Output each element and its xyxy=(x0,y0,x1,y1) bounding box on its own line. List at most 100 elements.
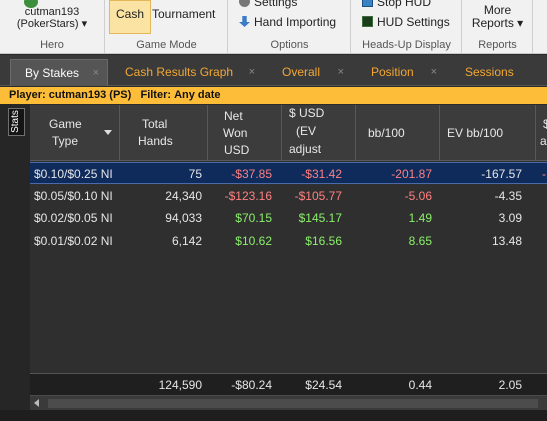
sort-desc-icon xyxy=(104,130,112,135)
stats-tab-label: Stats xyxy=(9,110,21,133)
tab-by-stakes[interactable]: By Stakes × xyxy=(10,59,108,86)
hud-settings-icon xyxy=(362,16,373,27)
column-header-overflow[interactable]: $ a xyxy=(536,105,547,161)
ev-adjusted-total: $24.54 xyxy=(305,378,342,392)
bb100-cell: -201.87 xyxy=(391,167,432,181)
net-won-total: -$80.24 xyxy=(231,378,272,392)
ev-bb100-total: 2.05 xyxy=(498,378,522,392)
close-icon[interactable]: × xyxy=(93,60,99,87)
close-icon[interactable]: × xyxy=(249,59,255,86)
game-type-cell: $0.05/$0.10 NI xyxy=(34,189,113,203)
tab-sessions[interactable]: Sessions xyxy=(451,59,547,86)
table-row[interactable]: $0.01/$0.02 NI 6,142 $10.62 $16.56 8.65 … xyxy=(30,230,547,252)
hand-importing-label: Hand Importing xyxy=(254,15,337,29)
reports-caption: Reports xyxy=(478,39,517,51)
tab-label: By Stakes xyxy=(25,66,80,80)
bb100-cell: 1.49 xyxy=(408,211,432,225)
report-tabs: By Stakes × Cash Results Graph × Overall… xyxy=(0,55,547,86)
stats-sidebar xyxy=(0,104,30,414)
tab-label: Overall xyxy=(282,65,321,79)
filter-bar: Player: cutman193 (PS) Filter: Any date xyxy=(0,87,547,104)
totals-row: 124,590 -$80.24 $24.54 0.44 2.05 xyxy=(30,373,547,395)
reports-label: Reports ▾ xyxy=(471,16,524,30)
settings-button[interactable]: Settings xyxy=(239,0,297,9)
tournament-button[interactable]: Tournament xyxy=(152,7,215,21)
reports-group: More Reports ▾ Reports xyxy=(463,0,533,53)
tab-label: Sessions xyxy=(465,65,514,79)
header-text: a xyxy=(540,134,547,148)
column-header-net-won[interactable]: Net Won USD xyxy=(208,105,282,161)
scroll-left-icon[interactable] xyxy=(34,399,39,407)
hero-selector[interactable]: cutman193 (PokerStars) ▾ xyxy=(0,0,104,30)
cash-label: Cash xyxy=(115,7,144,21)
gear-icon xyxy=(239,0,250,7)
tab-position[interactable]: Position × xyxy=(357,59,445,86)
bb100-cell: 8.65 xyxy=(408,234,432,248)
header-text: Total xyxy=(142,117,168,131)
header-text: $ USD xyxy=(289,106,325,120)
stop-hud-label: Stop HUD xyxy=(377,0,432,9)
hero-user-name: cutman193 xyxy=(24,6,80,18)
filter-label: Filter: xyxy=(140,89,172,101)
close-icon[interactable]: × xyxy=(431,59,437,86)
header-text: EV bb/100 xyxy=(447,126,504,140)
tab-label: Position xyxy=(371,65,414,79)
column-header-total-hands[interactable]: Total Hands xyxy=(120,105,208,161)
hero-group: cutman193 (PokerStars) ▾ Hero xyxy=(0,0,105,53)
column-header-ev-adjusted[interactable]: $ USD (EV adjust xyxy=(282,105,356,161)
net-won-cell: $70.15 xyxy=(235,211,272,225)
ev-bb100-cell: 13.48 xyxy=(491,234,522,248)
filter-value: Any date xyxy=(174,89,221,101)
options-caption: Options xyxy=(270,39,309,51)
close-icon[interactable]: × xyxy=(338,59,344,86)
bb100-total: 0.44 xyxy=(408,378,432,392)
status-strip xyxy=(0,410,547,421)
bb100-cell: -5.06 xyxy=(404,189,432,203)
table-row[interactable]: $0.10/$0.25 NI 75 -$37.85 -$31.42 -201.8… xyxy=(30,162,547,184)
ev-bb100-cell: -167.57 xyxy=(481,167,522,181)
tab-overall[interactable]: Overall × xyxy=(268,59,352,86)
hud-settings-button[interactable]: HUD Settings xyxy=(362,15,450,29)
hand-importing-button[interactable]: Hand Importing xyxy=(239,15,336,29)
net-won-cell: $10.62 xyxy=(235,234,272,248)
horizontal-scrollbar[interactable] xyxy=(30,395,547,410)
total-hands-cell: 6,142 xyxy=(171,234,202,248)
header-text: Net xyxy=(224,109,243,123)
table-row[interactable]: $0.02/$0.05 NI 94,033 $70.15 $145.17 1.4… xyxy=(30,207,547,229)
header-text: Won xyxy=(223,126,248,140)
game-type-cell: $0.02/$0.05 NI xyxy=(34,211,113,225)
header-text: Type xyxy=(52,134,79,148)
total-hands-cell: 94,033 xyxy=(165,211,202,225)
player-value: cutman193 (PS) xyxy=(48,89,132,101)
ribbon-toolbar: cutman193 (PokerStars) ▾ Hero Cash Tourn… xyxy=(0,0,547,54)
cash-button[interactable]: Cash xyxy=(109,0,151,34)
scrollbar-thumb[interactable] xyxy=(48,399,538,408)
stats-tab[interactable]: Stats xyxy=(8,108,25,136)
tab-cash-results-graph[interactable]: Cash Results Graph × xyxy=(111,59,263,86)
tab-label: Cash Results Graph xyxy=(125,65,234,79)
stop-hud-icon xyxy=(362,0,373,7)
game-mode-caption: Game Mode xyxy=(136,39,197,51)
stop-hud-button[interactable]: Stop HUD xyxy=(362,0,431,9)
hero-site: (PokerStars) ▾ xyxy=(16,18,88,30)
ev-adjusted-cell: -$31.42 xyxy=(301,167,342,181)
hud-settings-label: HUD Settings xyxy=(377,15,450,29)
hud-caption: Heads-Up Display xyxy=(362,39,451,51)
tournament-label: Tournament xyxy=(152,7,216,21)
header-text: (EV xyxy=(296,124,317,138)
ev-bb100-cell: 3.09 xyxy=(498,211,522,225)
settings-label: Settings xyxy=(254,0,298,9)
ev-adjusted-cell: $145.17 xyxy=(298,211,342,225)
net-won-cell: -$123.16 xyxy=(224,189,272,203)
hud-group: Stop HUD HUD Settings Heads-Up Display xyxy=(352,0,462,53)
ev-adjusted-cell: -$105.77 xyxy=(294,189,342,203)
import-arrow-icon xyxy=(239,16,250,27)
table-row[interactable]: $0.05/$0.10 NI 24,340 -$123.16 -$105.77 … xyxy=(30,185,547,207)
column-header-bb100[interactable]: bb/100 xyxy=(356,105,440,161)
header-text: $ xyxy=(543,117,547,131)
column-header-game-type[interactable]: Game Type xyxy=(30,105,120,161)
more-reports-button[interactable]: More Reports ▾ xyxy=(463,4,532,30)
grid-header: Game Type Total Hands Net Won USD $ USD … xyxy=(30,105,547,161)
column-header-ev-bb100[interactable]: EV bb/100 xyxy=(440,105,536,161)
header-text: Hands xyxy=(138,134,173,148)
